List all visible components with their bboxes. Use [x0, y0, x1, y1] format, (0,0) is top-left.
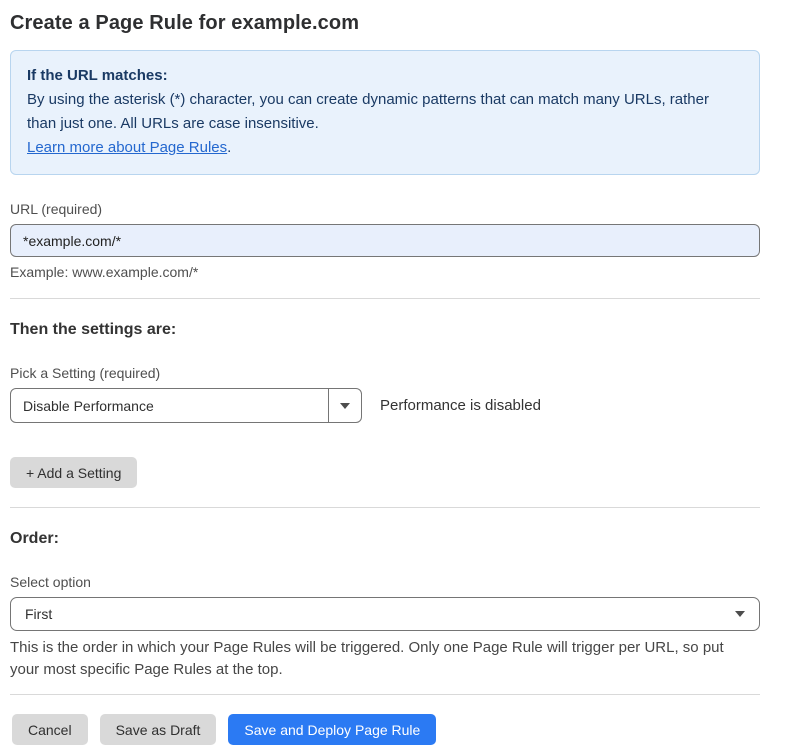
- info-box-body-text: By using the asterisk (*) character, you…: [27, 91, 709, 132]
- setting-select-arrow-button[interactable]: [328, 389, 361, 422]
- info-box-body: By using the asterisk (*) character, you…: [27, 88, 727, 136]
- settings-section-heading: Then the settings are:: [10, 321, 760, 339]
- cancel-button[interactable]: Cancel: [12, 714, 88, 745]
- divider: [10, 298, 760, 299]
- page-title: Create a Page Rule for example.com: [10, 12, 760, 35]
- pick-setting-label: Pick a Setting (required): [10, 365, 760, 381]
- setting-select-dropdown[interactable]: Disable Performance: [10, 388, 362, 423]
- order-help-text: This is the order in which your Page Rul…: [10, 637, 755, 681]
- info-box-heading: If the URL matches:: [27, 64, 743, 88]
- order-select-dropdown[interactable]: First: [10, 597, 760, 631]
- link-period: .: [227, 139, 231, 156]
- setting-row: Disable Performance Performance is disab…: [10, 388, 760, 423]
- divider: [10, 694, 760, 695]
- divider: [10, 507, 760, 508]
- footer-actions: Cancel Save as Draft Save and Deploy Pag…: [10, 714, 760, 745]
- add-setting-button[interactable]: + Add a Setting: [10, 457, 137, 488]
- info-box-link-line: Learn more about Page Rules.: [27, 136, 743, 160]
- save-and-deploy-button[interactable]: Save and Deploy Page Rule: [228, 714, 436, 745]
- create-page-rule-form: Create a Page Rule for example.com If th…: [0, 0, 790, 714]
- url-matches-info-box: If the URL matches: By using the asteris…: [10, 50, 760, 175]
- order-select-value: First: [25, 606, 52, 622]
- caret-down-icon: [735, 611, 745, 617]
- save-as-draft-button[interactable]: Save as Draft: [100, 714, 217, 745]
- learn-more-page-rules-link[interactable]: Learn more about Page Rules: [27, 139, 227, 156]
- setting-status-text: Performance is disabled: [380, 397, 541, 414]
- url-input[interactable]: [10, 224, 760, 257]
- url-example-text: Example: www.example.com/*: [10, 264, 760, 280]
- caret-down-icon: [340, 403, 350, 409]
- setting-select-value: Disable Performance: [11, 389, 328, 422]
- order-section-heading: Order:: [10, 530, 760, 548]
- order-select-label: Select option: [10, 574, 760, 590]
- url-field-label: URL (required): [10, 201, 760, 217]
